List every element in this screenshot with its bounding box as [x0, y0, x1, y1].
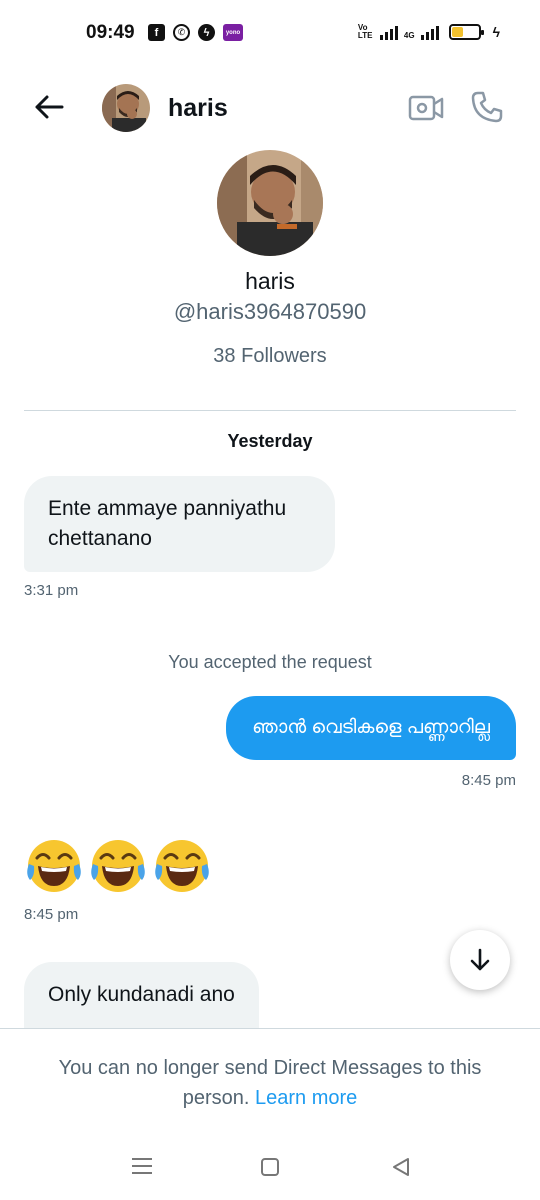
menu-line: [132, 1165, 152, 1167]
notification-icons: f ✆ ϟ yono: [148, 24, 243, 41]
charging-icon: ϟ: [492, 24, 500, 40]
incoming-message-bubble[interactable]: Ente ammaye panniyathu chettanano: [24, 476, 335, 572]
message-timestamp: 3:31 pm: [24, 582, 79, 599]
yono-icon: yono: [223, 24, 243, 41]
triangle-back-icon: [393, 1158, 409, 1176]
scroll-to-bottom-button[interactable]: [450, 930, 510, 990]
message-text-line: chettanano: [48, 527, 152, 550]
followers-count[interactable]: 38 Followers: [0, 345, 540, 368]
avatar-image: [217, 150, 323, 256]
learn-more-link[interactable]: Learn more: [255, 1087, 357, 1109]
video-call-icon: [408, 95, 444, 121]
emoji-message[interactable]: 😂😂😂: [24, 836, 212, 896]
outgoing-message-bubble[interactable]: ഞാൻ വെടികളെ പണ്ണാറില്ല: [226, 696, 516, 760]
signal-icon: [379, 24, 398, 40]
menu-line: [132, 1158, 152, 1160]
battery-level: [451, 27, 463, 37]
video-call-button[interactable]: [408, 92, 444, 124]
messenger-icon: ϟ: [198, 24, 215, 41]
back-button[interactable]: [32, 90, 66, 124]
battery-icon: [448, 24, 484, 40]
back-arrow-icon: [35, 95, 64, 119]
header-avatar[interactable]: [102, 84, 150, 132]
message-text-line: Ente ammaye panniyathu: [48, 497, 287, 520]
tears-of-joy-icon: [88, 836, 148, 896]
system-navigation-bar: [0, 1140, 540, 1200]
status-bar: 09:49 f ✆ ϟ yono Vo LTE 4G ϟ: [0, 0, 540, 68]
signal-icon-2: [420, 24, 439, 40]
dm-disabled-notice: You can no longer send Direct Messages t…: [40, 1053, 500, 1113]
incoming-message-bubble[interactable]: Only kundanadi ano: [24, 962, 259, 1028]
voice-call-button[interactable]: [470, 90, 504, 124]
avatar-image: [102, 84, 150, 132]
profile-name: haris: [245, 268, 295, 294]
phone-icon: [471, 91, 503, 123]
profile-avatar[interactable]: [217, 150, 323, 256]
conversation-header: haris: [0, 80, 540, 136]
tears-of-joy-icon: [24, 836, 84, 896]
home-button[interactable]: [261, 1158, 279, 1176]
message-timestamp: 8:45 pm: [24, 906, 79, 923]
system-back-button[interactable]: [390, 1156, 412, 1178]
menu-line: [132, 1172, 152, 1174]
message-text: Only kundanadi ano: [48, 983, 235, 1006]
network-type-label: 4G: [403, 31, 415, 40]
date-separator: Yesterday: [227, 431, 313, 451]
arrow-down-icon: [470, 948, 490, 971]
message-text: ഞാൻ വെടികളെ പണ്ണാറില്ല: [252, 717, 490, 738]
recent-apps-button[interactable]: [132, 1158, 152, 1176]
header-username[interactable]: haris: [168, 94, 228, 123]
system-indicators: Vo LTE 4G ϟ: [358, 24, 500, 40]
system-message: You accepted the request: [168, 652, 372, 672]
volte-label: Vo LTE: [357, 23, 373, 40]
whatsapp-icon: ✆: [173, 24, 190, 41]
tears-of-joy-icon: [152, 836, 212, 896]
profile-handle: @haris3964870590: [173, 299, 367, 324]
message-timestamp: 8:45 pm: [461, 772, 516, 789]
status-time: 09:49: [86, 22, 135, 43]
profile-summary: haris @haris3964870590 38 Followers: [0, 150, 540, 368]
section-divider: [24, 410, 516, 411]
facebook-icon: f: [148, 24, 165, 41]
